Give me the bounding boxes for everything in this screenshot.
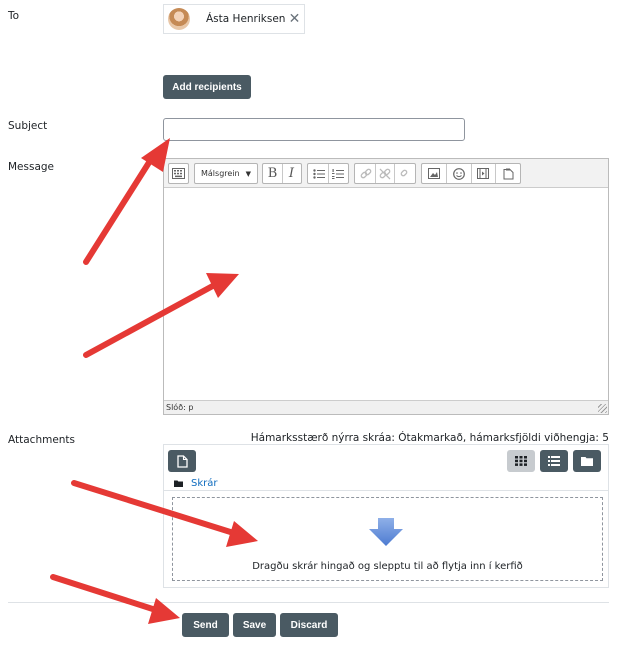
subject-input[interactable] (163, 118, 465, 141)
remove-recipient-icon[interactable]: ✕ (287, 12, 302, 27)
image-button[interactable] (422, 164, 446, 183)
list-group (307, 163, 349, 184)
media-icon (477, 168, 490, 179)
chevron-down-icon: ▼ (245, 169, 251, 178)
paragraph-format-select[interactable]: Málsgrein ▼ (194, 163, 258, 184)
link-group (354, 163, 416, 184)
editor-toolbar: Málsgrein ▼ B I (164, 159, 608, 188)
manage-files-icon (503, 168, 514, 179)
italic-button[interactable]: I (283, 164, 301, 183)
editor-statusbar: Slóð: p (164, 400, 608, 414)
bold-button[interactable]: B (264, 164, 282, 183)
subject-label: Subject (8, 120, 48, 132)
to-label: To (8, 10, 20, 22)
link-button[interactable] (357, 164, 375, 183)
folder-icon (174, 480, 183, 487)
unlink-button[interactable] (376, 164, 394, 183)
paragraph-format-value: Málsgrein (201, 169, 240, 178)
arrow-to-subject (83, 138, 170, 265)
unlink-icon (379, 168, 391, 179)
italic-icon: I (288, 166, 295, 181)
image-icon (427, 168, 440, 179)
view-list-button[interactable] (540, 450, 568, 472)
add-file-icon (176, 454, 188, 468)
insert-group (421, 163, 521, 184)
resize-grip-icon[interactable] (598, 404, 607, 413)
divider (164, 490, 608, 491)
recipient-chip[interactable]: Ásta Henriksen ✕ (163, 4, 305, 34)
file-dropzone[interactable]: Dragðu skrár hingað og slepptu til að fl… (172, 497, 603, 581)
emoticon-button[interactable] (447, 164, 471, 183)
message-textarea[interactable] (164, 188, 608, 400)
attachment-limits: Hámarksstærð nýrra skráa: Ótakmarkað, há… (250, 432, 609, 444)
emoticon-icon (452, 167, 465, 180)
list-icon (548, 456, 560, 466)
folder-icon (581, 457, 593, 466)
message-label: Message (8, 161, 55, 173)
add-file-button[interactable] (168, 450, 196, 472)
ordered-list-button[interactable] (329, 164, 347, 183)
avatar (168, 8, 190, 30)
grid-icon (515, 456, 527, 466)
media-button[interactable] (471, 164, 495, 183)
element-path: Slóð: p (166, 403, 194, 412)
ordered-list-icon (331, 168, 344, 179)
nolink-button[interactable] (395, 164, 413, 183)
manage-files-button[interactable] (496, 164, 520, 183)
message-editor[interactable]: Málsgrein ▼ B I Slóð: p (163, 158, 609, 415)
recipient-name: Ásta Henriksen (206, 13, 286, 25)
toolbar-toggle-button[interactable] (168, 163, 189, 184)
file-manager: Skrár Dragðu skrár hingað og slepptu til… (163, 444, 609, 588)
breadcrumb: Skrár (174, 478, 218, 489)
attachments-label: Attachments (8, 434, 76, 446)
form-divider (8, 602, 609, 603)
unordered-list-button[interactable] (310, 164, 328, 183)
send-button[interactable]: Send (182, 613, 229, 637)
arrow-to-send (50, 574, 180, 624)
dropzone-text: Dragðu skrár hingað og slepptu til að fl… (252, 561, 523, 572)
breadcrumb-files-link[interactable]: Skrár (191, 478, 218, 489)
unordered-list-icon (312, 168, 325, 179)
view-tree-button[interactable] (573, 450, 601, 472)
text-style-group: B I (262, 163, 302, 184)
nolink-icon (400, 169, 408, 176)
add-recipients-button[interactable]: Add recipients (163, 75, 251, 99)
save-button[interactable]: Save (233, 613, 276, 637)
link-icon (360, 168, 372, 178)
toolbar-toggle-icon (172, 168, 185, 179)
bold-icon: B (267, 166, 278, 181)
discard-button[interactable]: Discard (280, 613, 338, 637)
view-icons-button[interactable] (507, 450, 535, 472)
upload-arrow-icon (369, 518, 403, 546)
